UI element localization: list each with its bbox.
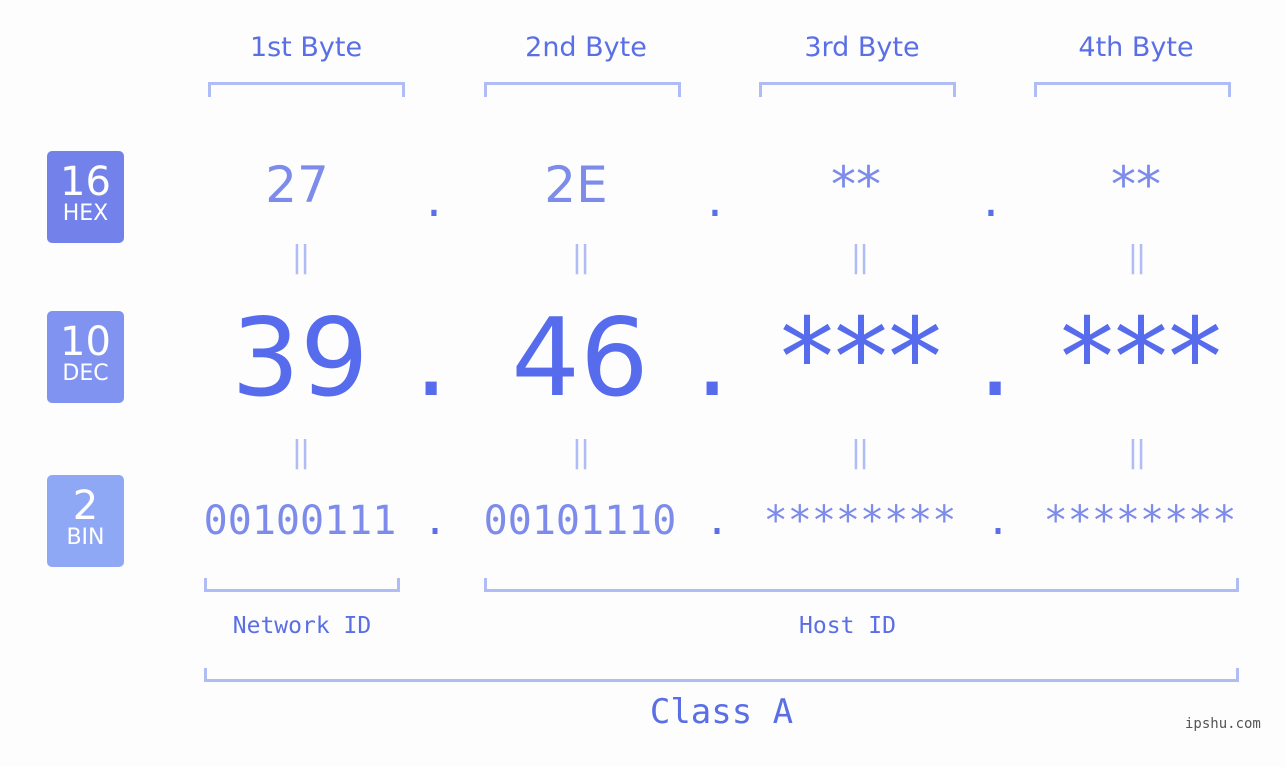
dec-byte-1: 39 (231, 296, 369, 421)
network-id-label: Network ID (232, 613, 372, 639)
hex-byte-1: 27 (265, 156, 329, 214)
hex-byte-4: ** (1111, 156, 1161, 214)
network-id-bracket (204, 578, 400, 592)
bin-unit: BIN (66, 525, 105, 550)
equals-sign: || (291, 240, 310, 275)
equals-sign: || (1127, 240, 1146, 275)
hex-byte-3: ** (831, 156, 881, 214)
byte-bracket-3 (759, 82, 956, 97)
equals-sign: || (1127, 435, 1146, 470)
byte-bracket-1 (208, 82, 405, 97)
byte-header-3: 3rd Byte (804, 32, 920, 63)
equals-sign: || (850, 240, 869, 275)
byte-header-4: 4th Byte (1078, 32, 1194, 63)
bin-dot-3: . (986, 498, 1011, 544)
bin-dot-2: . (705, 498, 730, 544)
hex-byte-2: 2E (544, 156, 608, 214)
byte-header-1: 1st Byte (249, 32, 363, 63)
bin-byte-2: 00101110 (483, 498, 677, 544)
equals-sign: || (571, 240, 590, 275)
hex-dot-3: . (983, 170, 999, 228)
dec-badge: 10 DEC (47, 311, 124, 403)
dec-byte-4: *** (1060, 296, 1222, 421)
dec-base: 10 (60, 319, 111, 365)
equals-sign: || (291, 435, 310, 470)
host-id-label: Host ID (799, 613, 896, 639)
bin-dot-1: . (423, 498, 448, 544)
dec-dot-2: . (695, 296, 730, 421)
byte-bracket-2 (484, 82, 681, 97)
dec-dot-3: . (978, 296, 1013, 421)
hex-unit: HEX (62, 201, 109, 226)
bin-byte-3: ******** (763, 498, 957, 544)
equals-sign: || (850, 435, 869, 470)
hex-dot-2: . (707, 170, 723, 228)
dec-dot-1: . (414, 296, 449, 421)
hex-dot-1: . (426, 170, 442, 228)
byte-bracket-4 (1034, 82, 1231, 97)
dec-byte-3: *** (780, 296, 942, 421)
bin-byte-4: ******** (1043, 498, 1237, 544)
equals-sign: || (571, 435, 590, 470)
class-bracket (204, 668, 1239, 682)
dec-byte-2: 46 (511, 296, 649, 421)
host-id-bracket (484, 578, 1239, 592)
bin-badge: 2 BIN (47, 475, 124, 567)
class-label: Class A (649, 692, 794, 732)
byte-header-2: 2nd Byte (525, 32, 647, 63)
bin-base: 2 (72, 483, 99, 529)
bin-byte-1: 00100111 (203, 498, 397, 544)
hex-badge: 16 HEX (47, 151, 124, 243)
watermark: ipshu.com (1185, 716, 1261, 732)
dec-unit: DEC (62, 361, 109, 386)
hex-base: 16 (60, 159, 111, 205)
